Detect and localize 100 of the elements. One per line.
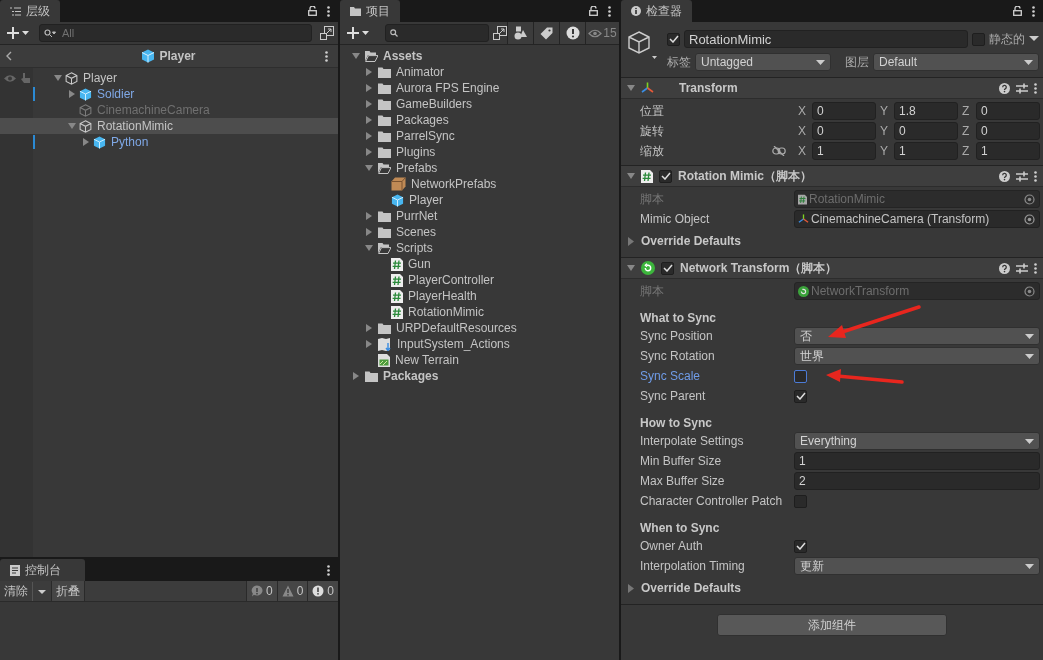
kebab-menu-icon[interactable]: [327, 564, 330, 576]
search-mode-icon[interactable]: [493, 26, 507, 40]
project-item[interactable]: ParrelSync: [340, 128, 619, 144]
kebab-menu-icon[interactable]: [1034, 82, 1037, 94]
collapse-button[interactable]: 折叠: [51, 581, 85, 601]
active-checkbox[interactable]: [667, 32, 680, 46]
help-icon[interactable]: [999, 170, 1010, 182]
dropdown[interactable]: Everything: [794, 432, 1040, 450]
kebab-menu-icon[interactable]: [327, 5, 330, 17]
expand-arrow-icon[interactable]: [365, 244, 373, 252]
filter-by-type-button[interactable]: [507, 22, 533, 44]
lock-icon[interactable]: [1013, 6, 1022, 16]
kebab-menu-icon[interactable]: [1034, 170, 1037, 182]
expand-arrow-icon[interactable]: [365, 212, 373, 220]
component-header[interactable]: Transform: [621, 78, 1043, 99]
preset-sliders-icon[interactable]: [1016, 170, 1028, 182]
number-field[interactable]: 0: [976, 122, 1040, 140]
project-item[interactable]: InputSystem_Actions: [340, 336, 619, 352]
foldout-toggle[interactable]: Override Defaults: [627, 581, 742, 595]
inspector-tab[interactable]: 检查器: [621, 0, 692, 22]
hierarchy-item[interactable]: Player: [0, 70, 338, 86]
object-picker-icon[interactable]: [1024, 285, 1035, 297]
info-count-button[interactable]: 0: [245, 581, 277, 601]
number-field[interactable]: 0: [812, 122, 876, 140]
project-item[interactable]: Player: [340, 192, 619, 208]
add-component-button[interactable]: 添加组件: [717, 614, 947, 636]
expand-arrow-icon[interactable]: [365, 164, 373, 172]
expand-arrow-icon[interactable]: [54, 74, 62, 82]
checkbox[interactable]: [794, 494, 807, 508]
kebab-menu-icon[interactable]: [608, 5, 611, 17]
expand-arrow-icon[interactable]: [365, 340, 373, 348]
number-field[interactable]: 0: [894, 122, 958, 140]
hierarchy-item[interactable]: RotationMimic: [0, 118, 338, 134]
preset-sliders-icon[interactable]: [1016, 82, 1028, 94]
object-field[interactable]: CinemachineCamera (Transform): [794, 210, 1040, 228]
search-field[interactable]: All: [39, 24, 312, 42]
object-picker-icon[interactable]: [1024, 213, 1035, 225]
number-field[interactable]: 1: [976, 142, 1040, 160]
project-item[interactable]: GameBuilders: [340, 96, 619, 112]
project-item[interactable]: NetworkPrefabs: [340, 176, 619, 192]
project-item[interactable]: Scenes: [340, 224, 619, 240]
project-item[interactable]: Packages: [340, 368, 619, 384]
foldout-toggle[interactable]: Override Defaults: [627, 234, 742, 248]
kebab-menu-icon[interactable]: [325, 50, 328, 62]
project-item[interactable]: PurrNet: [340, 208, 619, 224]
project-item[interactable]: Prefabs: [340, 160, 619, 176]
number-field[interactable]: 1: [894, 142, 958, 160]
game-object-cube-icon[interactable]: [627, 30, 657, 60]
project-item[interactable]: Animator: [340, 64, 619, 80]
expand-arrow-icon[interactable]: [68, 90, 76, 98]
number-field[interactable]: 1.8: [894, 102, 958, 120]
object-picker-icon[interactable]: [1024, 193, 1035, 205]
expand-arrow-icon[interactable]: [365, 228, 373, 236]
add-menu-icon[interactable]: [7, 27, 31, 39]
project-item[interactable]: New Terrain: [340, 352, 619, 368]
project-item[interactable]: PlayerController: [340, 272, 619, 288]
project-item[interactable]: Plugins: [340, 144, 619, 160]
warning-count-button[interactable]: 0: [276, 581, 308, 601]
dropdown[interactable]: 否: [794, 327, 1040, 345]
expand-arrow-icon[interactable]: [352, 372, 360, 380]
project-tab[interactable]: 项目: [340, 0, 400, 22]
expand-arrow-icon[interactable]: [627, 172, 635, 180]
expand-arrow-icon[interactable]: [365, 100, 373, 108]
project-item[interactable]: Scripts: [340, 240, 619, 256]
tag-dropdown[interactable]: Untagged: [695, 53, 831, 71]
search-mode-icon[interactable]: [320, 26, 334, 40]
layer-dropdown[interactable]: Default: [873, 53, 1039, 71]
enabled-checkbox[interactable]: [661, 261, 674, 275]
number-field[interactable]: 1: [794, 452, 1040, 470]
component-header[interactable]: Network Transform（脚本）: [621, 258, 1043, 279]
number-field[interactable]: 0: [976, 102, 1040, 120]
warning-filter-button[interactable]: [559, 22, 585, 44]
console-tab[interactable]: 控制台: [0, 559, 85, 581]
expand-arrow-icon[interactable]: [627, 84, 635, 92]
expand-arrow-icon[interactable]: [365, 148, 373, 156]
preset-sliders-icon[interactable]: [1016, 262, 1028, 274]
project-item[interactable]: Aurora FPS Engine: [340, 80, 619, 96]
dropdown[interactable]: 更新: [794, 557, 1040, 575]
number-field[interactable]: 1: [812, 142, 876, 160]
number-field[interactable]: 2: [794, 472, 1040, 490]
dropdown-caret-icon[interactable]: [1029, 36, 1039, 42]
expand-arrow-icon[interactable]: [365, 132, 373, 140]
component-header[interactable]: Rotation Mimic（脚本）: [621, 166, 1043, 187]
help-icon[interactable]: [999, 262, 1010, 274]
help-icon[interactable]: [999, 82, 1010, 94]
filter-by-label-button[interactable]: [533, 22, 559, 44]
expand-arrow-icon[interactable]: [365, 68, 373, 76]
expand-arrow-icon[interactable]: [365, 324, 373, 332]
add-menu-icon[interactable]: [347, 27, 371, 39]
lock-icon[interactable]: [308, 6, 317, 16]
expand-arrow-icon[interactable]: [82, 138, 90, 146]
dropdown[interactable]: 世界: [794, 347, 1040, 365]
project-item[interactable]: URPDefaultResources: [340, 320, 619, 336]
number-field[interactable]: 0: [812, 102, 876, 120]
project-item[interactable]: PlayerHealth: [340, 288, 619, 304]
expand-arrow-icon[interactable]: [627, 264, 635, 272]
expand-arrow-icon[interactable]: [365, 116, 373, 124]
kebab-menu-icon[interactable]: [1034, 262, 1037, 274]
expand-arrow-icon[interactable]: [365, 84, 373, 92]
project-item[interactable]: RotationMimic: [340, 304, 619, 320]
